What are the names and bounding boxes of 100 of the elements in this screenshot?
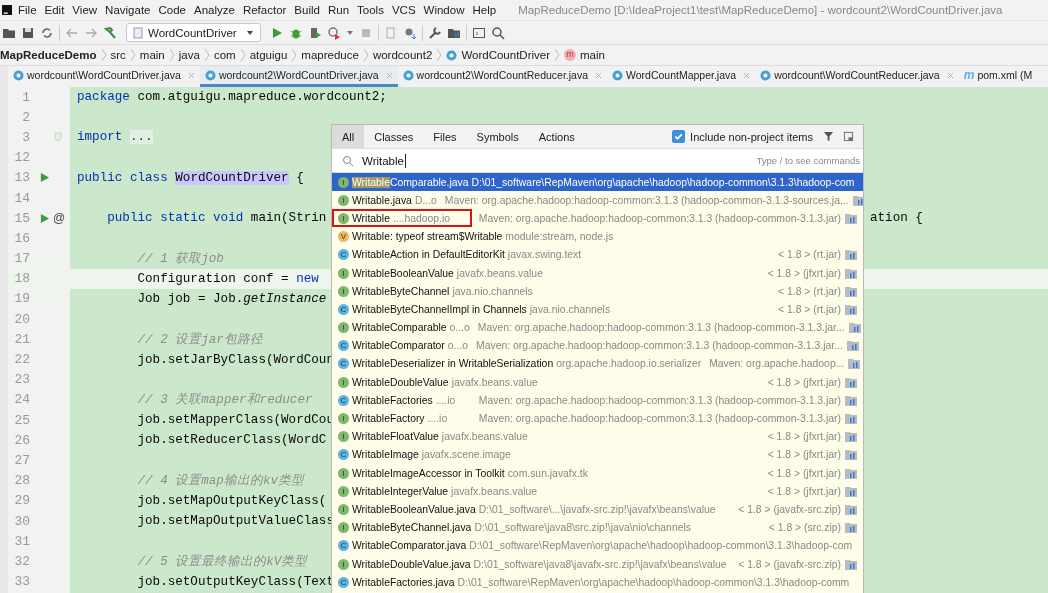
menu-item[interactable]: VCS [391,4,416,16]
symbol-kind-icon: C [338,449,349,461]
result-item[interactable]: V Writable: typeof stream$Writable module:stream, node.js [332,227,863,246]
checkbox-label[interactable]: Include non-project items [690,130,813,143]
symbol-kind-icon: C [338,358,349,370]
scope-tab[interactable]: All [332,125,365,148]
close-icon[interactable] [385,71,393,79]
line-number: 33 [13,574,30,590]
search-field[interactable]: Writable [362,153,406,168]
result-item[interactable]: I WritableFloatValue javafx.beans.value < 1.8 > (jfxrt.jar) [332,427,863,446]
result-location: Maven: org.apache.hadoop:hadoop-common:3.1.3 (hadoop-common-3.1.3.jar) [478,212,841,224]
wrench-icon[interactable] [427,25,442,40]
override-marker[interactable]: @ [53,211,66,226]
code-line: Job job = Job.getInstance [136,291,327,306]
result-detail: com.sun.javafx.tk [507,467,588,479]
menu-item[interactable]: Code [158,4,186,16]
breadcrumb-item[interactable]: WordCountDriver [461,49,550,61]
result-item[interactable]: I Writable.java D...o Maven: org.apache.hadoop:hadoop-common:3.1.3 (hadoop-common-3.1.3-sources.ja... [332,191,863,210]
run-icon[interactable] [40,172,49,184]
result-item[interactable]: C WritableComparator.java D:\01_software\RepMaven\org\apache\hadoop\hadoop-common\3.1.3\hadoop-com [332,536,863,555]
menu-item[interactable]: Edit [44,4,65,16]
result-item[interactable]: C WritableByteChannelImpl in Channels java.nio.channels < 1.8 > (rt.jar) [332,300,863,319]
menu-item[interactable]: Build [294,4,320,16]
result-item[interactable]: I WritableDoubleValue.java D:\01_software\java8\javafx-src.zip!\javafx\beans\value < 1.8 > (javafx-src.zip) [332,554,863,574]
run-configuration-dropdown[interactable]: WordCountDriver [126,23,261,42]
result-detail: ....hadoop.io [392,212,451,224]
result-item[interactable]: C WritableAction in DefaultEditorKit javax.swing.text < 1.8 > (rt.jar) [332,245,863,264]
menu-item[interactable]: Refactor [242,4,287,16]
search-icon[interactable] [490,25,505,40]
result-item[interactable]: I WritableComparable o...o Maven: org.apache.hadoop:hadoop-common:3.1.3 (hadoop-common-3.1.3.jar... [332,318,863,337]
breadcrumb-item[interactable]: mapreduce [301,49,359,61]
breadcrumb-item[interactable]: atguigu [249,49,288,61]
breadcrumb-item[interactable]: MapReduceDemo [0,49,97,61]
line-number: 21 [13,331,30,347]
symbol-kind-icon: C [338,576,349,588]
hammer-icon[interactable] [103,25,117,40]
sync-icon[interactable] [40,25,54,40]
editor-tab[interactable]: wordcount2\WordCountDriver.java [199,66,398,87]
menu-item[interactable]: Window [423,4,465,16]
result-item[interactable]: C WritableFactories ....io Maven: org.apache.hadoop:hadoop-common:3.1.3 (hadoop-common-3.1.3.jar) [332,391,863,410]
menu-item[interactable]: View [72,4,98,16]
result-item[interactable]: C WritableImage javafx.scene.image < 1.8 > (jfxrt.jar) [332,445,863,464]
breadcrumb-item[interactable]: main [580,49,605,61]
file-icon [133,26,143,39]
terminal-icon[interactable] [471,25,486,40]
maven-icon: m [963,68,975,82]
breadcrumb-item[interactable]: java [178,49,200,61]
caret-icon[interactable] [345,28,354,37]
menu-item[interactable]: Run [327,4,350,16]
editor-tab[interactable]: m pom.xml (M [958,66,1038,87]
result-detail: javafx.beans.value [451,485,538,497]
editor-tab[interactable]: wordcount\WordCountReducer.java [755,66,959,87]
menu-item[interactable]: Help [472,4,497,16]
scope-tab[interactable]: Classes [364,125,424,148]
menu-item[interactable]: Tools [357,4,384,16]
line-number: 32 [13,553,30,569]
profiler-icon[interactable] [326,25,341,40]
editor-tab[interactable]: wordcount2\WordCountReducer.java [397,66,607,87]
line-number: 15 [13,210,30,226]
breadcrumb-item[interactable]: main [139,49,165,61]
result-detail: javafx.beans.value [451,376,538,388]
result-item[interactable]: C WritableFactories.java D:\01_software\RepMaven\org\apache\hadoop\hadoop-common\3.1.3\hadoop-comm [332,573,863,592]
close-icon[interactable] [946,71,954,79]
symbol-kind-icon: I [338,285,349,297]
run-icon[interactable] [40,212,49,224]
result-item[interactable]: I WritableByteChannel java.nio.channels < 1.8 > (rt.jar) [332,282,863,301]
breadcrumb-item[interactable]: com [213,49,236,61]
breadcrumb-item[interactable]: wordcount2 [372,49,433,61]
window-icon[interactable] [843,131,854,142]
result-item[interactable]: I WritableBooleanValue.java D:\01_software\...\javafx-src.zip!\javafx\beans\value < 1.8 > (javafx-src.zip) [332,500,863,519]
menu-item[interactable]: File [18,4,37,16]
menu-item[interactable]: Navigate [105,4,151,16]
code-line: package com.atguigu.mapreduce.wordcount2; [77,90,387,105]
editor-tab[interactable]: wordcount\WordCountDriver.java [8,66,200,87]
editor-tab[interactable]: WordCountMapper.java [607,66,756,87]
result-item[interactable]: I WritableBooleanValue javafx.beans.value < 1.8 > (jfxrt.jar) [332,263,863,283]
filter-icon[interactable] [823,131,834,142]
checkbox[interactable] [672,130,686,143]
tab-label: pom.xml (M [977,69,1033,81]
scope-tab[interactable]: Actions [528,125,585,148]
close-icon[interactable] [743,71,751,79]
scope-tab[interactable]: Files [423,125,467,148]
result-item[interactable]: I WritableDoubleValue javafx.beans.value < 1.8 > (jfxrt.jar) [332,373,863,392]
close-icon[interactable] [595,71,602,79]
result-item[interactable]: I WritableImageAccessor in Toolkit com.sun.javafx.tk < 1.8 > (jfxrt.jar) [332,464,863,483]
scope-tab[interactable]: Symbols [466,125,529,148]
save-icon[interactable] [21,25,35,40]
menu-item[interactable]: Analyze [193,4,235,16]
code-line: // 5 设置最终输出的kV类型 [136,553,308,570]
result-name: WritableImageAccessor in Toolkit [352,467,505,479]
result-item[interactable]: C WritableComparator o...o Maven: org.apache.hadoop:hadoop-common:3.1.3 (hadoop-common-3.1.3.jar... [332,336,863,355]
result-item[interactable]: I WritableFactory ....io Maven: org.apache.hadoop:hadoop-common:3.1.3 (hadoop-common-3.1.3.jar) [332,409,863,428]
result-item[interactable]: C WritableDeserializer in WritableSerialization org.apache.hadoop.io.serializer Maven: org.apache.hadoop... [332,354,863,374]
close-icon[interactable] [187,71,195,79]
result-item[interactable]: I WritableByteChannel.java D:\01_software\java8\src.zip!\java\nio\channels < 1.8 > (src.zip) [332,518,863,537]
result-item[interactable]: I WritableIntegerValue javafx.beans.value < 1.8 > (jfxrt.jar) [332,482,863,501]
result-item[interactable]: I Writable ....hadoop.io Maven: org.apache.hadoop:hadoop-common:3.1.3 (hadoop-common-3.1.3.jar) [332,209,863,228]
line-number: 27 [13,452,30,468]
breadcrumb-item[interactable]: src [110,49,126,61]
symbol-kind-icon: I [338,212,349,224]
